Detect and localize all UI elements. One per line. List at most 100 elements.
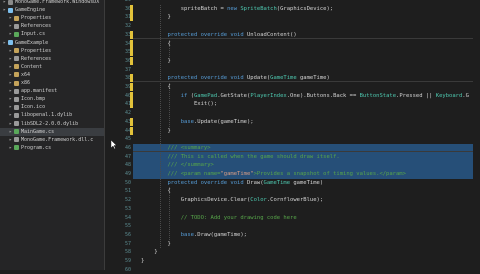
code-line[interactable]: spriteBatch = new SpriteBatch(GraphicsDe…	[141, 5, 333, 14]
code-token: /// <param name=	[167, 171, 221, 177]
expand-chevron-icon[interactable]: ▸	[9, 136, 12, 144]
explorer-item[interactable]: ▸ Content	[0, 63, 104, 71]
code-token: protected override void	[167, 179, 247, 186]
code-line[interactable]: GraphicsDevice.Clear(Color.CornflowerBlu…	[141, 196, 323, 205]
code-line[interactable]: }	[141, 257, 144, 266]
code-line[interactable]: /// </summary>	[141, 161, 214, 170]
expand-chevron-icon[interactable]: ▸	[9, 47, 12, 55]
change-marker	[130, 83, 133, 91]
file-icon	[14, 88, 19, 94]
expand-chevron-icon[interactable]: ▸	[9, 22, 12, 30]
solution-explorer: ▸ MonoGame.Framework.WindowsDX ▸ GameEngine…	[0, 0, 105, 270]
expand-chevron-icon[interactable]: ▸	[9, 103, 12, 111]
code-line[interactable]: }	[141, 127, 170, 136]
code-token: ButtonState	[359, 92, 397, 99]
expand-chevron-icon[interactable]: ▸	[3, 0, 6, 6]
explorer-item[interactable]: ▸ x64	[0, 71, 104, 79]
change-marker	[130, 4, 133, 13]
expand-chevron-icon[interactable]: ▸	[9, 128, 12, 136]
line-number: 33	[124, 31, 131, 38]
code-line[interactable]: }	[141, 13, 170, 22]
explorer-item[interactable]: ▸ x86	[0, 79, 104, 87]
code-token: GamePad	[194, 92, 218, 99]
line-number: 52	[124, 197, 131, 204]
code-token: gameTime)	[299, 75, 330, 82]
explorer-item[interactable]: ▸ libopenal.1.dylib	[0, 111, 104, 119]
explorer-item[interactable]: ▸ References	[0, 22, 104, 30]
code-editor[interactable]: 29 30 31 32 33 34 35 36 37 38 39 40 41 42 43 44 45 46 47 48…	[105, 0, 480, 273]
code-line[interactable]: {	[141, 40, 170, 49]
file-icon	[14, 23, 19, 29]
code-line[interactable]: base.Update(gameTime);	[141, 118, 254, 127]
explorer-item-label: app.manifest	[21, 88, 58, 95]
expand-chevron-icon[interactable]: ▸	[9, 120, 12, 128]
code-token: >Provides a snapshot of timing values.</…	[253, 171, 406, 177]
code-line[interactable]: }	[141, 57, 170, 66]
explorer-item[interactable]: ▸ GameEngine	[0, 6, 104, 14]
explorer-item[interactable]: ▸ MonoGame.Framework.dll.c	[0, 136, 104, 144]
change-marker	[130, 117, 133, 126]
code-token: {	[141, 84, 171, 90]
explorer-item-label: Icon.bmp	[21, 96, 46, 103]
explorer-item[interactable]: ▸ Properties	[0, 47, 104, 55]
explorer-item[interactable]: ▸ Icon.ico	[0, 103, 104, 111]
code-token: "gameTime"	[220, 171, 254, 177]
explorer-item[interactable]: ▸ References	[0, 55, 104, 63]
expand-chevron-icon[interactable]: ▸	[9, 14, 12, 22]
expand-chevron-icon[interactable]: ▸	[3, 39, 6, 47]
expand-chevron-icon[interactable]: ▸	[9, 111, 12, 119]
expand-chevron-icon[interactable]: ▸	[9, 87, 12, 95]
expand-chevron-icon[interactable]: ▸	[9, 144, 12, 152]
explorer-item[interactable]: ▸ Input.cs	[0, 30, 104, 38]
code-line[interactable]: {	[141, 187, 170, 196]
code-line[interactable]: /// This is called when the game should …	[141, 153, 340, 162]
line-number: 31	[124, 14, 131, 21]
expand-chevron-icon[interactable]: ▸	[9, 95, 12, 103]
explorer-item-label: Icon.ico	[21, 104, 46, 111]
code-token: protected override void	[167, 75, 247, 82]
code-token: }	[141, 249, 158, 256]
explorer-item[interactable]: ▸ libSDL2-2.0.0.dylib	[0, 120, 104, 128]
expand-chevron-icon[interactable]: ▸	[9, 79, 12, 87]
explorer-item[interactable]: ▸ MonoGame.Framework.WindowsDX	[0, 0, 104, 6]
line-number: 57	[124, 240, 131, 247]
code-token: .Draw(gameTime);	[194, 231, 247, 238]
expand-chevron-icon[interactable]: ▸	[9, 71, 12, 79]
code-token: gameTime)	[293, 179, 324, 186]
explorer-item[interactable]: ▸ MainGame.cs	[0, 127, 104, 136]
code-token: .Pressed ||	[396, 92, 436, 99]
file-icon	[14, 31, 19, 37]
explorer-item-label: libopenal.1.dylib	[21, 112, 73, 119]
code-line[interactable]: protected override void UnloadContent()	[141, 31, 297, 40]
code-token: Color	[250, 197, 267, 204]
explorer-item[interactable]: ▸ app.manifest	[0, 87, 104, 95]
code-line[interactable]: }	[141, 240, 170, 249]
change-marker	[130, 48, 133, 57]
code-line[interactable]: base.Draw(gameTime);	[141, 231, 247, 240]
code-line[interactable]: }	[141, 248, 158, 257]
code-line[interactable]: Exit();	[141, 100, 217, 109]
code-line[interactable]: // TODO: Add your drawing code here	[141, 214, 297, 223]
line-number: 38	[124, 75, 131, 82]
explorer-item[interactable]: ▸ GameExample	[0, 39, 104, 47]
line-number: 36	[124, 57, 131, 64]
code-line[interactable]: /// <param name="gameTime">Provides a sn…	[141, 170, 406, 179]
code-line[interactable]: protected override void Draw(GameTime ga…	[141, 179, 324, 188]
code-line[interactable]: {	[141, 83, 171, 92]
expand-chevron-icon[interactable]: ▸	[3, 6, 6, 14]
explorer-item[interactable]: ▸ Icon.bmp	[0, 95, 104, 103]
expand-chevron-icon[interactable]: ▸	[9, 63, 12, 71]
expand-chevron-icon[interactable]: ▸	[9, 55, 12, 63]
file-icon	[14, 15, 19, 21]
explorer-item[interactable]: ▸ Properties	[0, 14, 104, 22]
explorer-item[interactable]: ▸ Program.cs	[0, 144, 104, 152]
code-line[interactable]: if (GamePad.GetState(PlayerIndex.One).Bu…	[141, 92, 469, 101]
expand-chevron-icon[interactable]: ▸	[9, 30, 12, 38]
code-line[interactable]: /// <summary>	[141, 144, 211, 153]
line-number: 41	[124, 101, 131, 108]
code-token: .GetState(	[217, 92, 251, 99]
code-line[interactable]: protected override void Update(GameTime …	[141, 74, 330, 83]
